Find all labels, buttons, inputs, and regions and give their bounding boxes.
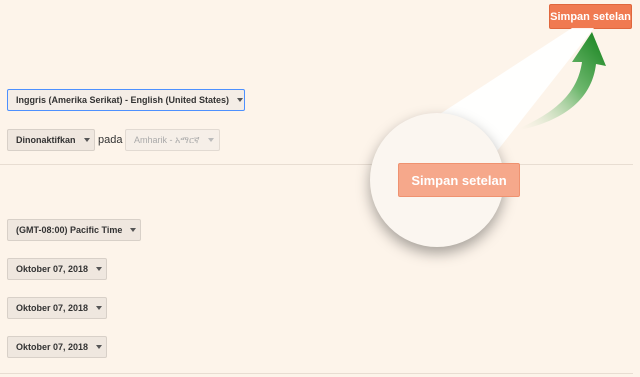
save-settings-zoomed-label: Simpan setelan	[411, 172, 507, 188]
save-settings-zoomed-button: Simpan setelan	[398, 163, 520, 197]
callout-overlay	[400, 28, 606, 160]
